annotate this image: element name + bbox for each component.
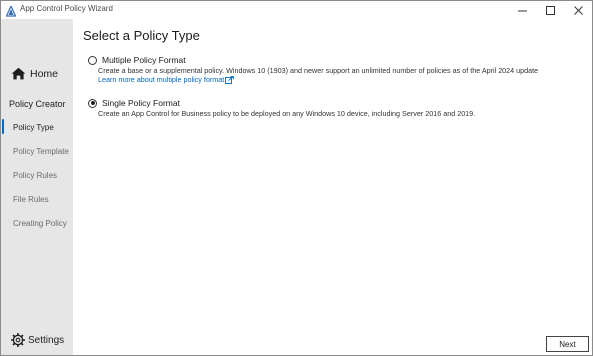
learn-more-link[interactable]: Learn more about multiple policy format [98, 75, 235, 84]
home-icon [11, 67, 26, 80]
gear-icon [11, 333, 25, 347]
next-button[interactable]: Next [546, 336, 589, 352]
sidebar-item-policy-template[interactable]: Policy Template [13, 147, 69, 156]
learn-more-link-text: Learn more about multiple policy format [98, 75, 225, 84]
main-content: Select a Policy Type Multiple Policy For… [73, 19, 592, 355]
home-label: Home [30, 67, 59, 80]
sidebar-item-file-rules[interactable]: File Rules [13, 195, 49, 204]
single-policy-format-description: Create an App Control for Business polic… [98, 109, 476, 118]
multiple-policy-format-option[interactable]: Multiple Policy Format [88, 55, 186, 65]
multiple-policy-format-label: Multiple Policy Format [102, 55, 186, 65]
home-nav-button[interactable]: Home [11, 67, 58, 80]
wizard-window: App Control Policy Wizard Home Policy Cr… [0, 0, 593, 356]
sidebar-item-policy-type[interactable]: Policy Type [13, 123, 54, 132]
settings-label: Settings [28, 334, 65, 346]
close-button[interactable] [565, 1, 592, 19]
page-title: Select a Policy Type [83, 28, 200, 43]
active-indicator [2, 119, 4, 134]
title-bar[interactable]: App Control Policy Wizard [1, 1, 592, 19]
maximize-icon [546, 5, 555, 15]
multiple-policy-format-description: Create a base or a supplemental policy. … [98, 66, 539, 75]
external-link-icon [225, 75, 235, 84]
minimize-button[interactable] [509, 1, 536, 19]
multiple-policy-format-radio[interactable] [88, 55, 97, 65]
single-policy-format-radio[interactable] [88, 98, 97, 108]
sidebar-item-creating-policy[interactable]: Creating Policy [13, 219, 67, 228]
wizard-app-icon [5, 4, 17, 17]
maximize-button[interactable] [537, 1, 564, 19]
settings-nav-button[interactable]: Settings [11, 333, 64, 347]
sidebar-item-policy-rules[interactable]: Policy Rules [13, 171, 57, 180]
single-policy-format-option[interactable]: Single Policy Format [88, 98, 180, 108]
window-title: App Control Policy Wizard [20, 4, 113, 13]
single-policy-format-label: Single Policy Format [102, 98, 180, 108]
close-icon [574, 5, 583, 15]
sidebar: Home Policy Creator Policy Type Policy T… [1, 19, 73, 355]
sidebar-section-policy-creator: Policy Creator [9, 99, 66, 109]
minimize-icon [518, 10, 527, 11]
